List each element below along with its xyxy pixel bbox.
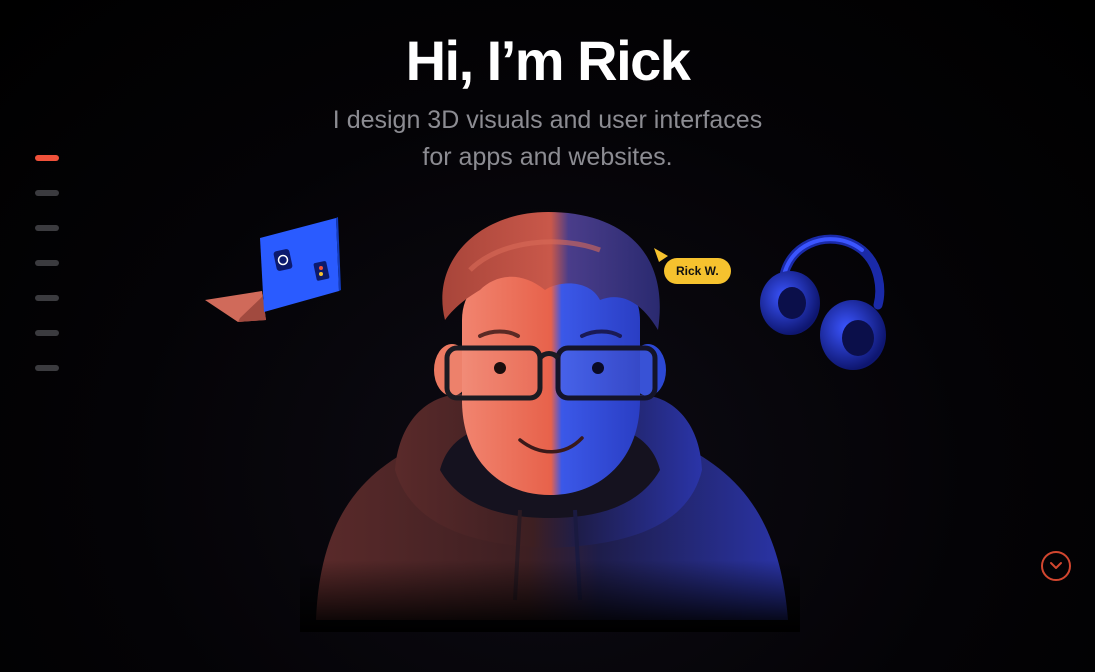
laptop-icon <box>205 217 341 322</box>
name-tag: Rick W. <box>664 258 731 284</box>
scroll-down-button[interactable] <box>1041 551 1071 581</box>
pointer-cursor-icon <box>654 248 668 262</box>
headphones-icon <box>760 234 886 370</box>
hero-illustration <box>205 212 886 632</box>
hero-section: Hi, I’m Rick I design 3D visuals and use… <box>0 0 1095 672</box>
chevron-down-icon <box>1050 562 1062 569</box>
